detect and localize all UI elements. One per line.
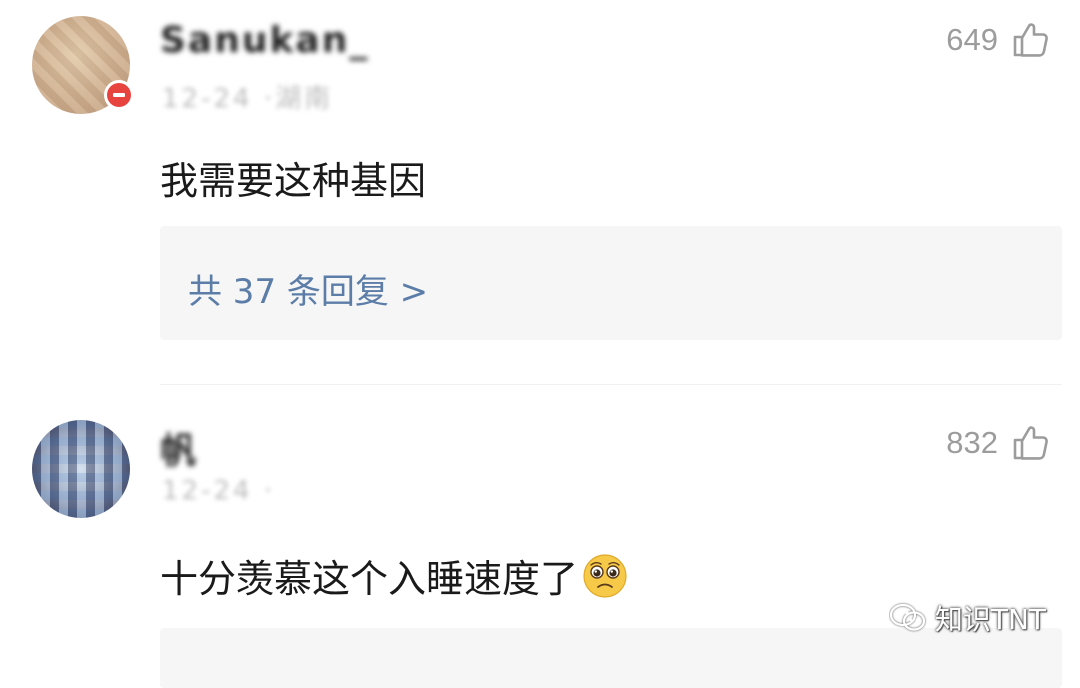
comment-time: 12-24 ·湖南 bbox=[162, 84, 334, 114]
thumbs-up-icon bbox=[1013, 426, 1048, 460]
avatar[interactable] bbox=[32, 420, 130, 518]
pleading-face-emoji-icon bbox=[583, 553, 627, 598]
replies-count-link[interactable]: 共 37 条回复 > bbox=[188, 264, 428, 313]
watermark-text: 知识TNT bbox=[934, 603, 1046, 636]
watermark: 知识TNT bbox=[889, 598, 1046, 638]
view-replies-button[interactable]: 共 37 条回复 > bbox=[160, 226, 1062, 340]
comment-username[interactable]: 帆 bbox=[160, 422, 198, 474]
comment-text-content: 十分羡慕这个入睡速度了 bbox=[160, 557, 579, 601]
thumbs-up-icon bbox=[1013, 23, 1048, 57]
comment-username[interactable]: Sanukan_ bbox=[160, 20, 369, 61]
like-button[interactable]: 649 bbox=[946, 20, 1050, 60]
divider bbox=[160, 384, 1062, 385]
comment-time: 12-24 · bbox=[162, 476, 276, 506]
wechat-icon bbox=[889, 603, 925, 631]
comment-item: Sanukan_ 12-24 ·湖南 649 我需要这种基因 共 37 条回复 … bbox=[0, 0, 1080, 370]
comment-text-content: 我需要这种基因 bbox=[160, 159, 427, 203]
like-button[interactable]: 832 bbox=[946, 423, 1050, 463]
user-badge-icon bbox=[104, 80, 134, 110]
like-count: 649 bbox=[946, 22, 998, 57]
comment-text: 十分羡慕这个入睡速度了 bbox=[160, 548, 628, 603]
comment-text: 我需要这种基因 bbox=[160, 150, 426, 205]
like-count: 832 bbox=[946, 425, 998, 460]
